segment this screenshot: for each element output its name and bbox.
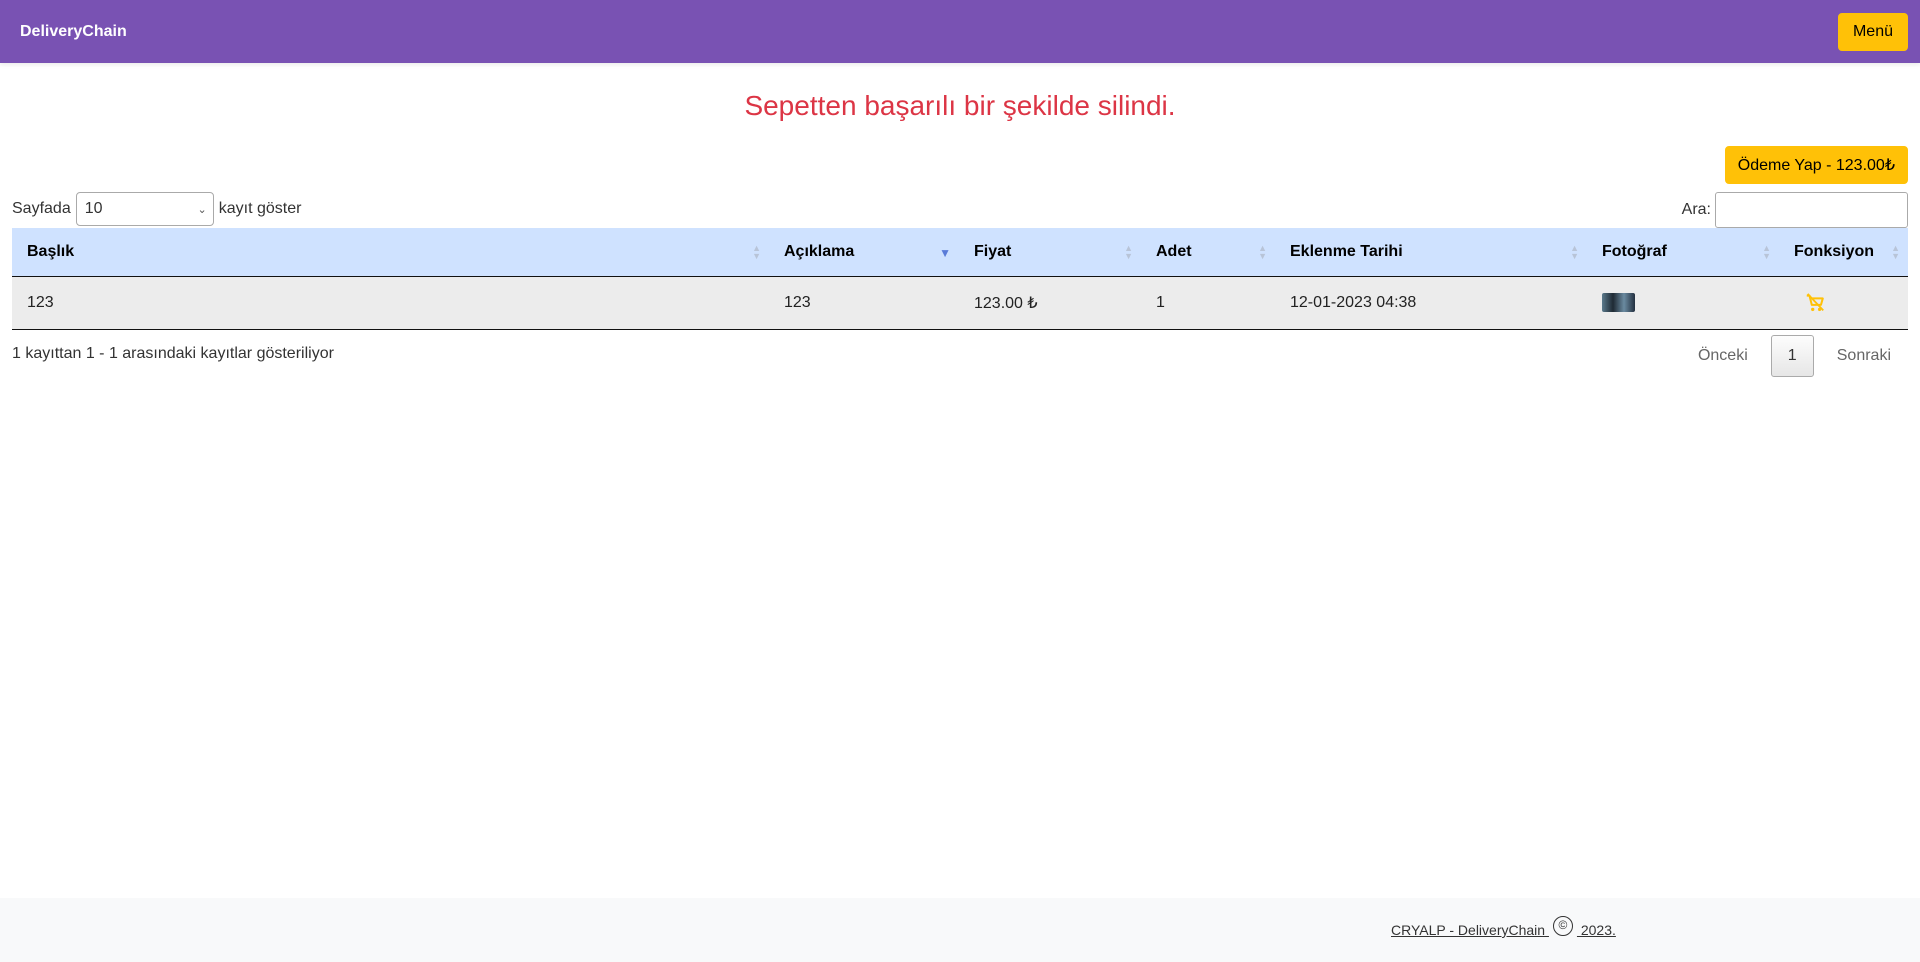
table-search: Ara:: [1682, 192, 1908, 228]
footer-link[interactable]: CRYALP - DeliveryChain © 2023.: [1391, 916, 1616, 942]
top-navbar: DeliveryChain Menü: [0, 0, 1920, 63]
product-thumbnail[interactable]: [1602, 293, 1635, 312]
cell-price: 123.00 ₺: [959, 276, 1141, 330]
cell-photo: [1587, 276, 1779, 330]
next-page-button[interactable]: Sonraki: [1820, 347, 1908, 365]
sort-icon: ▲ ▼: [1891, 243, 1900, 261]
page-1-button[interactable]: 1: [1770, 335, 1814, 377]
brand-link[interactable]: DeliveryChain: [20, 23, 127, 41]
header-quantity[interactable]: Adet ▲ ▼: [1141, 228, 1275, 277]
length-suffix-label: kayıt göster: [218, 200, 302, 217]
header-function[interactable]: Fonksiyon ▲ ▼: [1779, 228, 1908, 277]
sort-icon: ▲ ▼: [1258, 243, 1267, 261]
sort-icon: ▲ ▼: [1762, 243, 1771, 261]
copyright-icon: ©: [1552, 916, 1573, 936]
table-info: 1 kayıttan 1 - 1 arasındaki kayıtlar gös…: [12, 345, 334, 362]
header-title[interactable]: Başlık ▲ ▼: [12, 228, 769, 277]
checkout-button[interactable]: Ödeme Yap - 123.00₺: [1724, 146, 1908, 184]
length-prefix-label: Sayfada: [12, 200, 71, 217]
remove-from-cart-icon[interactable]: [1804, 292, 1826, 314]
table-header-row: Başlık ▲ ▼ Açıklama ▼ Fiyat ▲ ▼ Adet ▲ ▼ Eklenm…: [12, 228, 1908, 277]
sort-icon: ▲ ▼: [752, 243, 761, 261]
sort-icon: ▲ ▼: [1570, 243, 1579, 261]
search-label: Ara:: [1681, 201, 1711, 218]
header-photo[interactable]: Fotoğraf ▲ ▼: [1587, 228, 1779, 277]
sort-desc-icon: ▼: [939, 246, 951, 260]
sort-icon: ▲ ▼: [1124, 243, 1133, 261]
footer: [0, 898, 1920, 962]
header-description[interactable]: Açıklama ▼: [769, 228, 959, 277]
success-alert: Sepetten başarılı bir şekilde silindi.: [744, 90, 1176, 121]
page-length-control: Sayfada 10 ⌄ kayıt göster: [12, 192, 301, 226]
header-price[interactable]: Fiyat ▲ ▼: [959, 228, 1141, 277]
cell-quantity: 1: [1141, 276, 1275, 330]
search-input[interactable]: [1715, 192, 1908, 228]
cart-table: Başlık ▲ ▼ Açıklama ▼ Fiyat ▲ ▼ Adet ▲ ▼ Eklenm…: [12, 228, 1908, 330]
copyright: CRYALP - DeliveryChain © 2023.: [1391, 916, 1616, 942]
page-length-value: 10: [84, 200, 103, 217]
cell-date: 12-01-2023 04:38: [1275, 276, 1587, 330]
chevron-down-icon: ⌄: [197, 203, 207, 216]
header-date[interactable]: Eklenme Tarihi ▲ ▼: [1275, 228, 1587, 277]
cell-title: 123: [12, 276, 769, 330]
page-length-select[interactable]: 10 ⌄: [75, 192, 214, 226]
cell-description: 123: [769, 276, 959, 330]
cell-function: [1779, 276, 1908, 330]
table-row: 123 123 123.00 ₺ 1 12-01-2023 04:38: [12, 276, 1908, 330]
pagination: Önceki 1 Sonraki: [1681, 335, 1908, 377]
menu-button[interactable]: Menü: [1837, 12, 1908, 51]
previous-page-button[interactable]: Önceki: [1681, 347, 1765, 365]
